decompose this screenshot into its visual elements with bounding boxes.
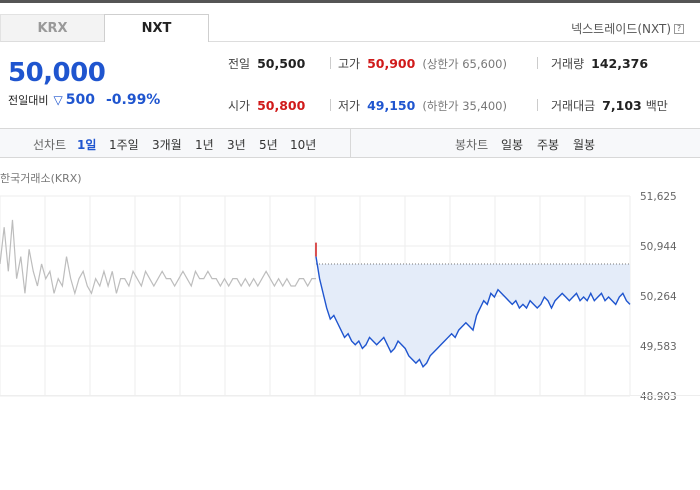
series-line-krx [0, 219, 316, 296]
price-change: 전일대비 ▽ 500 -0.99% [8, 92, 160, 108]
period-bar-divider [350, 129, 351, 157]
prev-close-value: 50,500 [257, 56, 306, 71]
y-tick-label: 51,625 [640, 191, 677, 203]
period-3y[interactable]: 3년 [227, 136, 246, 153]
lower-limit: (하한가 35,400) [422, 99, 507, 113]
period-10y[interactable]: 10년 [290, 136, 316, 153]
candle-weekly[interactable]: 주봉 [537, 136, 559, 153]
stat-open: 시가 50,800 [228, 97, 305, 114]
divider [537, 99, 538, 111]
chart-bottom-line [0, 395, 700, 396]
y-tick-label: 50,264 [640, 291, 677, 303]
divider [330, 99, 331, 111]
open-value: 50,800 [257, 98, 306, 113]
change-percent: -0.99% [105, 92, 161, 108]
stat-volume: 거래량 142,376 [551, 55, 648, 72]
top-border [0, 0, 700, 3]
y-tick-label: 50,944 [640, 241, 677, 253]
high-value: 50,900 [367, 56, 416, 71]
change-label: 전일대비 [8, 94, 49, 107]
chart-title: 한국거래소(KRX) [0, 172, 82, 185]
nxt-link-label: 넥스트레이드(NXT) [571, 22, 671, 36]
open-label: 시가 [228, 99, 251, 113]
period-1d[interactable]: 1일 [77, 136, 96, 153]
divider [537, 57, 538, 69]
prev-close-label: 전일 [228, 57, 251, 71]
chart-period-bar: 선차트 1일 1주일 3개월 1년 3년 5년 10년 봉차트 일봉 주봉 월봉 [0, 128, 700, 158]
tab-nxt[interactable]: NXT [104, 14, 209, 42]
volume-value: 142,376 [591, 56, 649, 71]
y-tick-label: 49,583 [640, 341, 677, 353]
help-icon[interactable]: ? [674, 23, 684, 34]
amount-label: 거래대금 [551, 99, 596, 113]
period-1y[interactable]: 1년 [195, 136, 214, 153]
candle-monthly[interactable]: 월봉 [573, 136, 595, 153]
amount-unit: 백만 [645, 99, 668, 113]
period-5y[interactable]: 5년 [259, 136, 278, 153]
volume-label: 거래량 [551, 57, 585, 71]
divider [330, 57, 331, 69]
stat-low: 저가 49,150 (하한가 35,400) [338, 97, 507, 114]
stat-high: 고가 50,900 (상한가 65,600) [338, 55, 507, 72]
period-3m[interactable]: 3개월 [152, 136, 182, 153]
area-fill [316, 256, 630, 367]
candle-daily[interactable]: 일봉 [501, 136, 523, 153]
nxt-info-link[interactable]: 넥스트레이드(NXT) ? [571, 20, 684, 37]
low-label: 저가 [338, 99, 361, 113]
low-value: 49,150 [367, 98, 416, 113]
line-chart-label: 선차트 [33, 138, 67, 152]
price-chart: 51,62550,94450,26449,58348,903 [0, 191, 677, 400]
triangle-down-icon: ▽ [53, 93, 63, 107]
current-price: 50,000 [8, 58, 106, 88]
stat-amount: 거래대금 7,103 백만 [551, 97, 668, 114]
tab-krx[interactable]: KRX [0, 14, 104, 42]
stat-prev-close: 전일 50,500 [228, 55, 305, 72]
change-value: 500 [65, 92, 95, 108]
period-1w[interactable]: 1주일 [109, 136, 139, 153]
upper-limit: (상한가 65,600) [422, 57, 507, 71]
tab-underline [209, 41, 700, 42]
amount-value: 7,103 [602, 98, 642, 113]
candle-chart-label: 봉차트 [455, 138, 489, 152]
high-label: 고가 [338, 57, 361, 71]
